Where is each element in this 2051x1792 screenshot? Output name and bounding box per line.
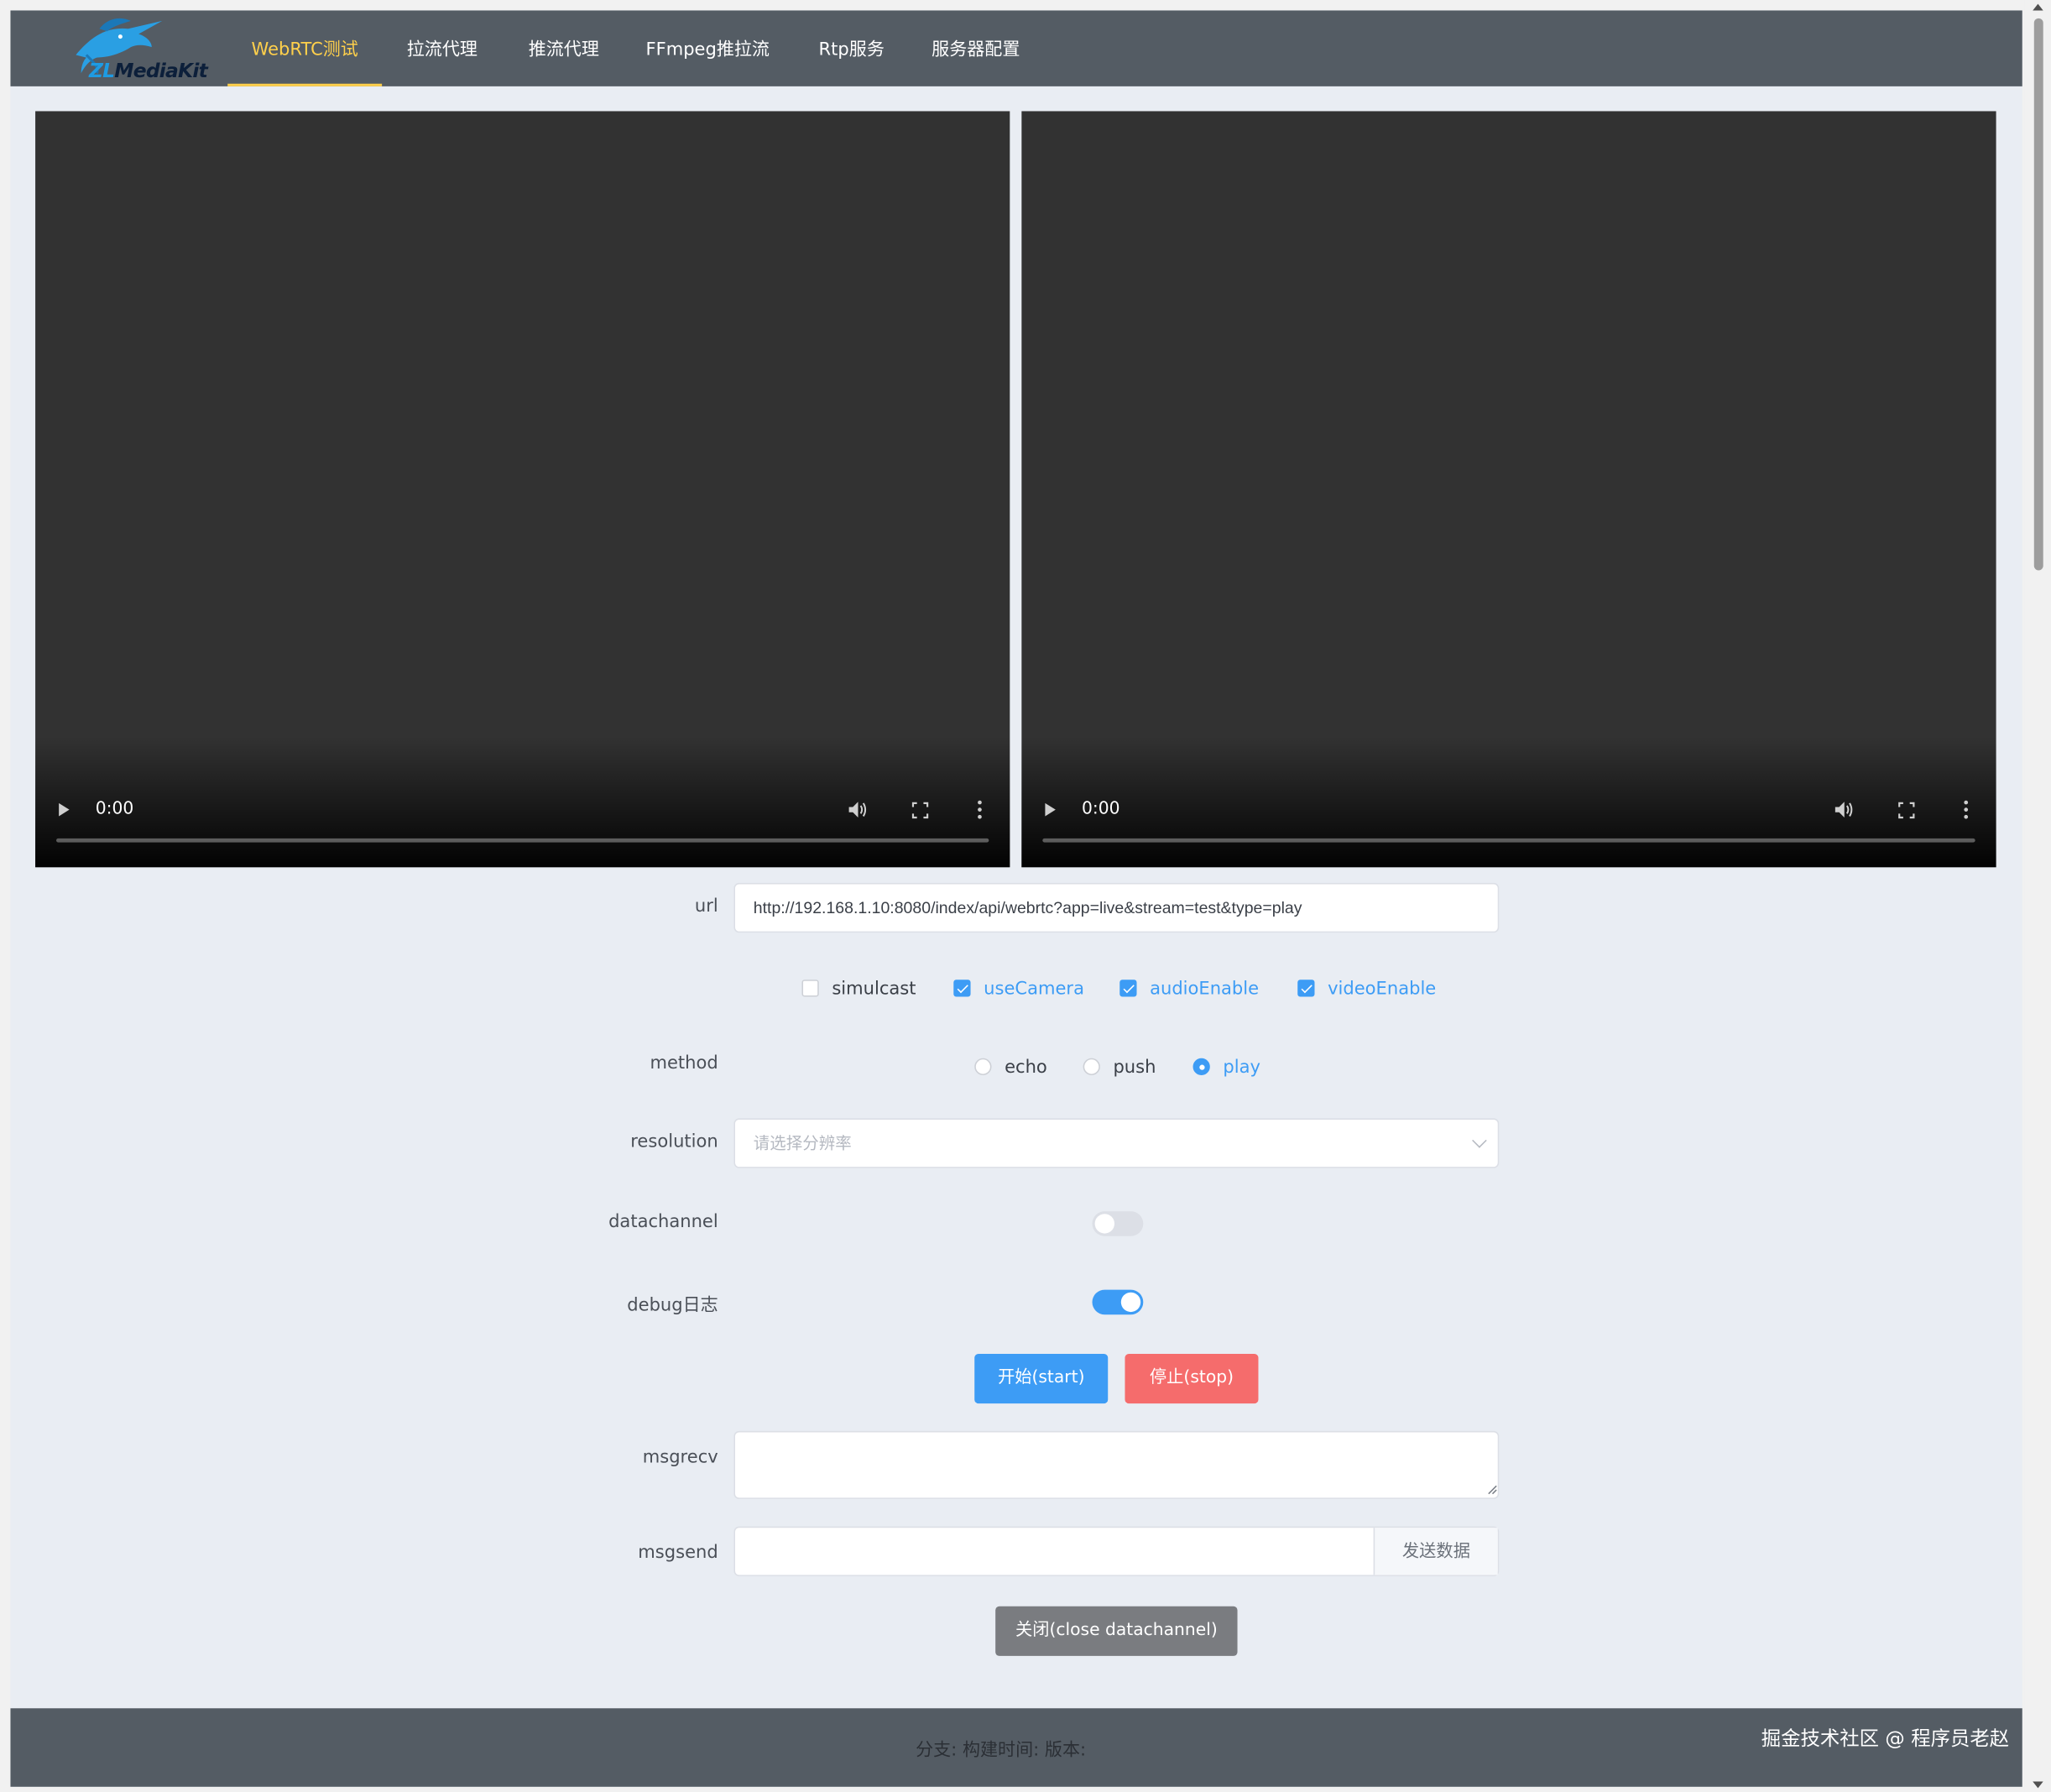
- build-info: 分支: 构建时间: 版本:: [916, 1739, 1087, 1761]
- audio-enable-label: audioEnable: [1150, 978, 1260, 1000]
- radio-label: play: [1223, 1057, 1260, 1079]
- datachannel-label: datachannel: [608, 1211, 718, 1233]
- zlmediakit-logo[interactable]: ZLMediaKit: [63, 16, 208, 84]
- remote-video-player[interactable]: 0:00: [1021, 111, 1996, 868]
- resolution-select[interactable]: 请选择分辨率: [733, 1118, 1500, 1168]
- local-video-player[interactable]: 0:00: [35, 111, 1010, 868]
- nav-pull-proxy[interactable]: 拉流代理: [393, 10, 492, 86]
- logo-text-prefix: ZL: [88, 59, 115, 83]
- msgsend-label: msgsend: [638, 1542, 718, 1564]
- fullscreen-icon[interactable]: [1898, 802, 1915, 819]
- msgrecv-textarea[interactable]: [733, 1430, 1500, 1499]
- nav-webrtc-test[interactable]: WebRTC测试: [227, 10, 383, 86]
- close-datachannel-button[interactable]: 关闭(close datachannel): [995, 1606, 1238, 1656]
- radio-label: push: [1113, 1057, 1156, 1079]
- video-time: 0:00: [1082, 799, 1120, 819]
- video-progress-bar[interactable]: [56, 838, 989, 843]
- nav-ffmpeg[interactable]: FFmpeg推拉流: [634, 10, 781, 86]
- footer: 分支: 构建时间: 版本: 掘金技术社区 @ 程序员老赵: [10, 1708, 2022, 1787]
- msgrecv-label: msgrecv: [642, 1446, 718, 1468]
- video-progress-bar[interactable]: [1042, 838, 1975, 843]
- url-input[interactable]: http://192.168.1.10:8080/index/api/webrt…: [733, 882, 1500, 933]
- scrollbar-thumb[interactable]: [2033, 18, 2043, 571]
- video-controls: 0:00: [35, 786, 1010, 833]
- logo-text-suffix: MediaKit: [114, 59, 208, 83]
- nav-server-config[interactable]: 服务器配置: [921, 10, 1031, 86]
- fullscreen-icon[interactable]: [911, 802, 929, 819]
- resize-handle-icon[interactable]: [1487, 1485, 1497, 1495]
- msgsend-input-group: 发送数据: [733, 1526, 1500, 1576]
- simulcast-label: simulcast: [832, 978, 916, 1000]
- url-label: url: [694, 896, 718, 917]
- debug-switch[interactable]: [1092, 1289, 1144, 1315]
- video-enable-label: videoEnable: [1328, 978, 1437, 1000]
- chevron-down-icon: [1472, 1133, 1487, 1148]
- page: ZLMediaKit WebRTC测试 拉流代理 推流代理 FFmpeg推拉流 …: [10, 10, 2022, 1787]
- volume-icon[interactable]: [1834, 801, 1855, 819]
- scroll-down-icon[interactable]: [2033, 1781, 2043, 1789]
- more-options-icon[interactable]: [1962, 799, 1970, 820]
- resolution-placeholder: 请选择分辨率: [753, 1134, 852, 1152]
- video-time: 0:00: [95, 799, 134, 819]
- scroll-up-icon[interactable]: [2033, 3, 2043, 11]
- send-data-button[interactable]: 发送数据: [1373, 1528, 1498, 1575]
- debug-label: debug日志: [627, 1294, 718, 1316]
- play-icon[interactable]: [1045, 802, 1056, 817]
- start-button[interactable]: 开始(start): [974, 1353, 1109, 1404]
- nav-rtp-service[interactable]: Rtp服务: [801, 10, 900, 86]
- radio-label: echo: [1005, 1057, 1047, 1079]
- watermark-credit: 掘金技术社区 @ 程序员老赵: [1761, 1727, 2010, 1751]
- more-options-icon[interactable]: [976, 799, 984, 820]
- video-controls: 0:00: [1021, 786, 1996, 833]
- page-scrollbar[interactable]: [2024, 0, 2051, 1792]
- top-nav-bar: ZLMediaKit WebRTC测试 拉流代理 推流代理 FFmpeg推拉流 …: [10, 10, 2022, 86]
- resolution-label: resolution: [630, 1131, 718, 1152]
- play-icon[interactable]: [59, 802, 70, 817]
- datachannel-switch[interactable]: [1092, 1211, 1144, 1236]
- use-camera-label: useCamera: [984, 978, 1084, 1000]
- nav-push-proxy[interactable]: 推流代理: [514, 10, 613, 86]
- volume-icon[interactable]: [848, 801, 869, 819]
- method-label: method: [650, 1053, 718, 1074]
- stop-button[interactable]: 停止(stop): [1125, 1353, 1259, 1404]
